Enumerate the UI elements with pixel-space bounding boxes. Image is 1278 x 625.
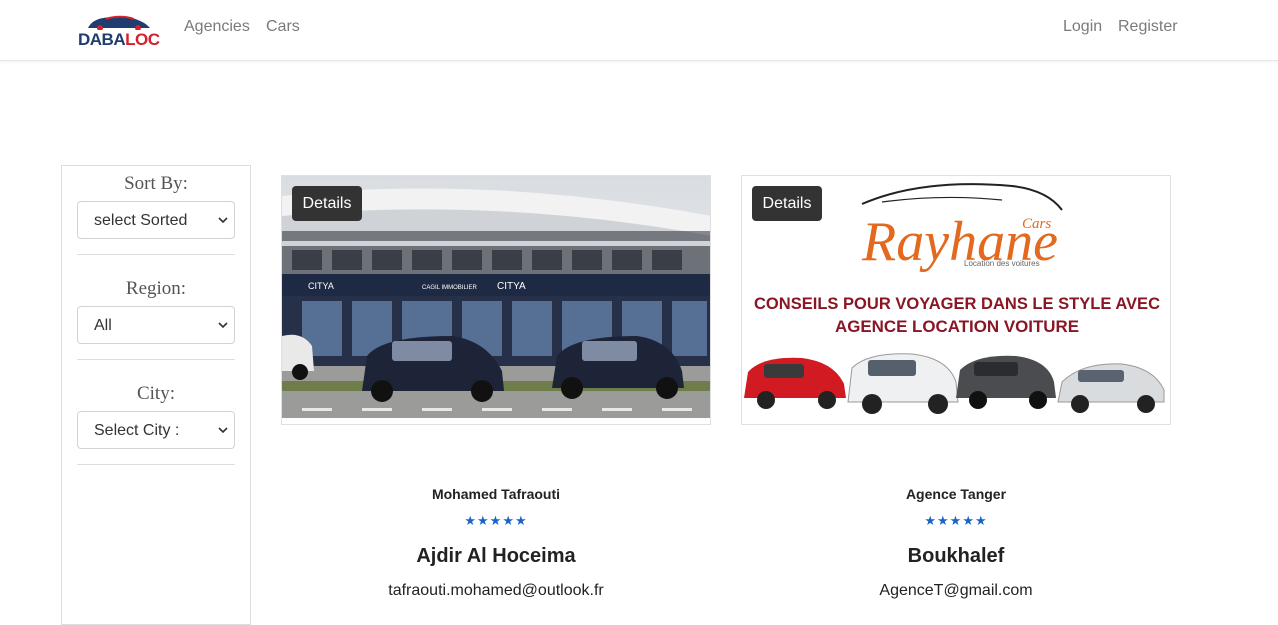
filter-divider <box>77 464 235 465</box>
region-select-value: All <box>94 317 112 334</box>
star-rating-icon: ★★★★★ <box>924 513 988 528</box>
agency-name[interactable]: Boukhalef <box>741 544 1171 568</box>
city-filter-group: City: Select City : <box>77 383 235 449</box>
agency-email: tafraouti.mohamed@outlook.fr <box>388 582 604 599</box>
agency-name[interactable]: Ajdir Al Hoceima <box>281 544 711 568</box>
star-rating-icon: ★★★★★ <box>464 513 528 528</box>
region-filter-group: Region: All <box>77 278 235 344</box>
nav-agencies-link[interactable]: Agencies <box>184 18 250 36</box>
sort-select[interactable]: select Sorted <box>77 201 235 239</box>
city-filter-title: City: <box>136 383 175 404</box>
sort-select-value: select Sorted <box>94 212 188 229</box>
filter-divider <box>77 359 235 360</box>
city-select[interactable]: Select City : <box>77 411 235 449</box>
sort-filter-title: Sort By: <box>124 173 188 194</box>
dabaloc-logo[interactable]: DABALOC <box>78 14 160 50</box>
chevron-down-icon <box>218 322 228 329</box>
agency-info-1: Mohamed Tafraouti ★★★★★ Ajdir Al Hoceima… <box>281 0 711 616</box>
logo-wordmark: DABALOC <box>78 31 160 49</box>
city-select-value: Select City : <box>94 422 180 439</box>
agency-owner-name: Mohamed Tafraouti <box>431 486 561 502</box>
filter-divider <box>77 254 235 255</box>
sort-filter-group: Sort By: select Sorted <box>77 173 235 239</box>
agency-info-2: Agence Tanger ★★★★★ Boukhalef AgenceT@gm… <box>741 0 1171 616</box>
region-filter-title: Region: <box>125 278 187 299</box>
car-logo-icon <box>88 15 150 30</box>
logo-text-daba: DABA <box>78 30 126 49</box>
filter-sidebar: Sort By: select Sorted Region: All City:… <box>61 165 251 625</box>
region-select[interactable]: All <box>77 306 235 344</box>
agency-email: AgenceT@gmail.com <box>879 582 1033 599</box>
chevron-down-icon <box>218 217 228 224</box>
chevron-down-icon <box>218 427 228 434</box>
agency-owner-name: Agence Tanger <box>905 486 1007 502</box>
logo-text-loc: LOC <box>125 30 160 49</box>
